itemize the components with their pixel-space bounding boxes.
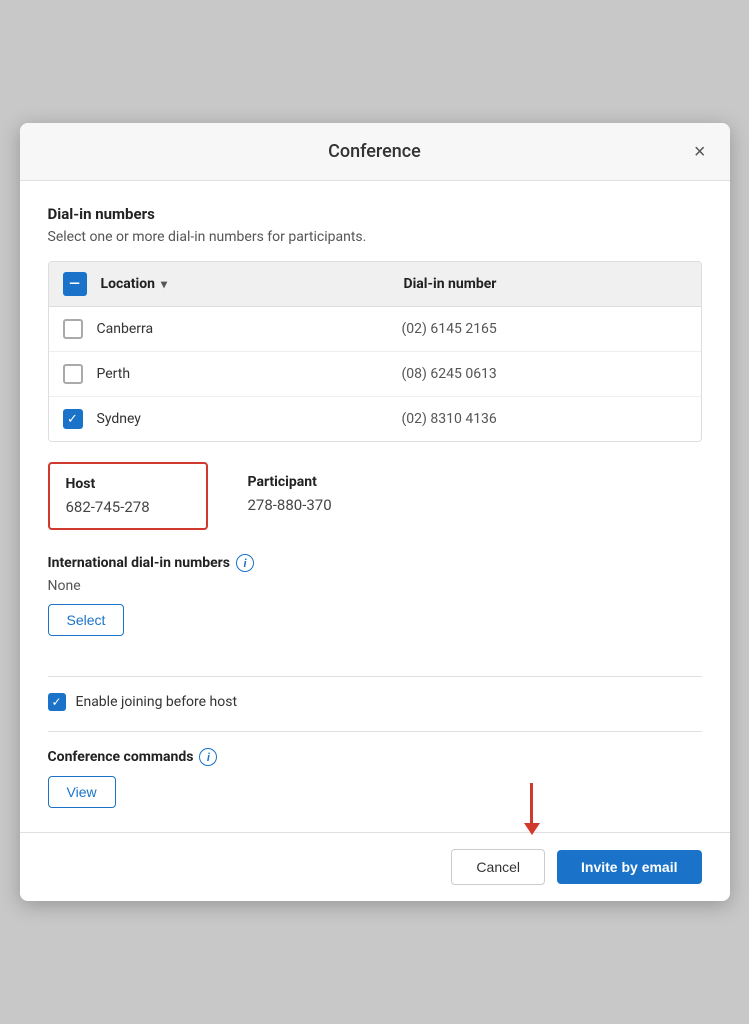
international-section: International dial-in numbers i None Sel… <box>48 554 702 656</box>
participant-pin-label: Participant <box>248 474 332 490</box>
dial-in-subtitle: Select one or more dial-in numbers for p… <box>48 229 702 245</box>
divider-2 <box>48 731 702 732</box>
commands-title: Conference commands i <box>48 748 702 766</box>
modal-title: Conference <box>328 141 421 162</box>
commands-info-icon[interactable]: i <box>199 748 217 766</box>
host-pin-value: 682-745-278 <box>66 498 190 516</box>
pin-section: Host 682-745-278 Participant 278-880-370 <box>48 462 702 530</box>
chevron-down-icon: ▾ <box>161 277 167 291</box>
table-header-row: — Location ▾ Dial-in number <box>49 262 701 307</box>
enable-join-label: Enable joining before host <box>76 694 238 710</box>
minus-icon: — <box>69 277 80 291</box>
arrow-indicator <box>524 783 540 835</box>
dial-in-title: Dial-in numbers <box>48 205 702 223</box>
international-none-text: None <box>48 578 702 594</box>
enable-join-row: Enable joining before host <box>48 693 702 711</box>
perth-location: Perth <box>83 366 382 382</box>
modal-footer: Cancel Invite by email <box>20 832 730 901</box>
cancel-button[interactable]: Cancel <box>451 849 545 885</box>
arrow-head <box>524 823 540 835</box>
sydney-checkbox[interactable] <box>63 409 83 429</box>
participant-pin-box: Participant 278-880-370 <box>248 462 332 530</box>
location-table: — Location ▾ Dial-in number Canberra (02… <box>48 261 702 442</box>
table-row: Canberra (02) 6145 2165 <box>49 307 701 352</box>
modal-header: Conference × <box>20 123 730 181</box>
host-pin-label: Host <box>66 476 190 492</box>
perth-checkbox[interactable] <box>63 364 83 384</box>
table-row: Perth (08) 6245 0613 <box>49 352 701 397</box>
select-button[interactable]: Select <box>48 604 125 636</box>
arrow-line <box>530 783 533 823</box>
location-column-header: Location ▾ <box>87 276 384 292</box>
sydney-dial-number: (02) 8310 4136 <box>382 411 687 427</box>
view-button[interactable]: View <box>48 776 116 808</box>
select-all-checkbox[interactable]: — <box>63 272 87 296</box>
canberra-dial-number: (02) 6145 2165 <box>382 321 687 337</box>
host-pin-box: Host 682-745-278 <box>48 462 208 530</box>
canberra-location: Canberra <box>83 321 382 337</box>
table-row: Sydney (02) 8310 4136 <box>49 397 701 441</box>
info-icon[interactable]: i <box>236 554 254 572</box>
enable-join-checkbox[interactable] <box>48 693 66 711</box>
perth-dial-number: (08) 6245 0613 <box>382 366 687 382</box>
close-button[interactable]: × <box>690 138 710 166</box>
invite-by-email-button[interactable]: Invite by email <box>557 850 701 884</box>
conference-modal: Conference × Dial-in numbers Select one … <box>20 123 730 901</box>
participant-pin-value: 278-880-370 <box>248 496 332 514</box>
international-title: International dial-in numbers i <box>48 554 702 572</box>
sydney-location: Sydney <box>83 411 382 427</box>
canberra-checkbox[interactable] <box>63 319 83 339</box>
divider <box>48 676 702 677</box>
conference-commands-section: Conference commands i View <box>48 748 702 808</box>
modal-body: Dial-in numbers Select one or more dial-… <box>20 181 730 808</box>
dial-in-column-header: Dial-in number <box>384 276 687 292</box>
